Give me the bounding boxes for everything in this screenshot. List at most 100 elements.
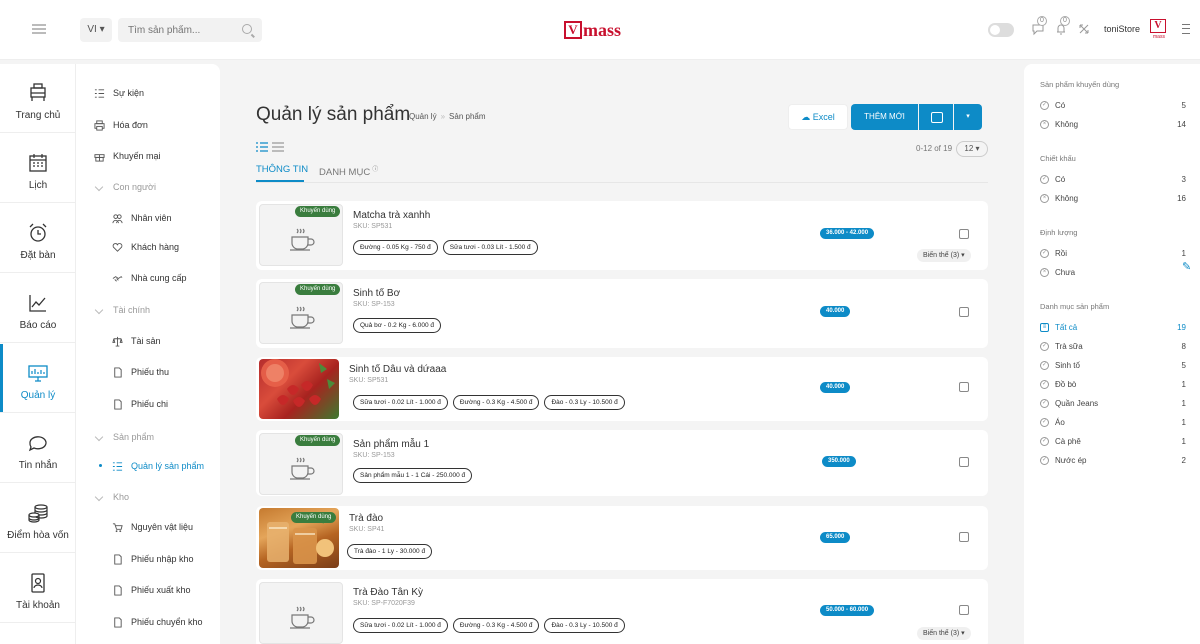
- product-name[interactable]: Sinh tố Bơ: [353, 288, 400, 299]
- language-select[interactable]: VI ▾: [80, 18, 112, 42]
- ingredient-chip: Sữa tươi - 0.02 Lít - 1.000 đ: [353, 618, 448, 633]
- scan-button[interactable]: [919, 104, 953, 130]
- nav-item-home[interactable]: Trang chủ: [0, 64, 76, 133]
- handshake-icon: [112, 275, 123, 282]
- select-checkbox[interactable]: [959, 382, 969, 392]
- product-card[interactable]: Khuyến dùng Matcha trà xanhh SKU: SP531 …: [256, 201, 988, 270]
- nav-item-account[interactable]: Tài khoản: [0, 554, 76, 623]
- list-view-icon[interactable]: [256, 142, 268, 152]
- nav-item-calendar[interactable]: Lịch: [0, 134, 76, 203]
- logo-text: mass: [583, 19, 622, 40]
- variants-dropdown[interactable]: Biến thể (3) ▾: [917, 627, 971, 640]
- subnav-item-product-management[interactable]: Quản lý sản phẩm: [99, 459, 204, 473]
- category-option[interactable]: ✓ Trà sữa 8: [1040, 341, 1186, 353]
- filter-label: Quần Jeans: [1055, 399, 1099, 408]
- subnav-item-suppliers[interactable]: Nhà cung cấp: [112, 271, 187, 285]
- view-toggle: [256, 142, 284, 152]
- select-checkbox[interactable]: [959, 307, 969, 317]
- excel-button[interactable]: ☁ Excel: [788, 104, 848, 130]
- heart-icon: [112, 242, 123, 252]
- subnav-item-stock-in[interactable]: Phiếu nhập kho: [112, 552, 194, 566]
- select-checkbox[interactable]: [959, 605, 969, 615]
- add-new-button[interactable]: THÊM MỚI: [851, 104, 918, 130]
- nav-item-manage[interactable]: Quản lý: [0, 344, 76, 413]
- check-circle-icon: ✓: [1040, 342, 1049, 351]
- active-dot: [99, 464, 102, 467]
- subnav-group-finance[interactable]: Tài chính: [94, 303, 150, 317]
- subnav-item-promotions[interactable]: Khuyến mại: [94, 149, 161, 163]
- subnav-group-products[interactable]: Sản phẩm: [94, 430, 154, 444]
- compact-view-icon[interactable]: [272, 142, 284, 152]
- store-name[interactable]: toniStore: [1104, 24, 1140, 34]
- cloud-icon: ☁: [801, 112, 811, 122]
- filter-option[interactable]: × Chưa: [1040, 267, 1186, 279]
- subnav-item-events[interactable]: Sự kiện: [94, 86, 144, 100]
- ingredient-chip: Đường - 0.3 Kg - 4.500 đ: [452, 618, 540, 633]
- subnav-group-people[interactable]: Con người: [94, 180, 156, 194]
- product-card[interactable]: Khuyến dùng Trà đào SKU: SP41 Trà đào - …: [256, 506, 988, 570]
- fullscreen-icon[interactable]: [1076, 22, 1092, 38]
- search-box[interactable]: [118, 18, 262, 42]
- filter-option[interactable]: ✓ Có 3: [1040, 174, 1186, 186]
- add-dropdown-button[interactable]: ▾: [954, 104, 982, 130]
- subnav-item-assets[interactable]: Tài sản: [112, 334, 161, 348]
- category-option[interactable]: ✓ Cà phê 1: [1040, 436, 1186, 448]
- filter-option[interactable]: × Không 14: [1040, 119, 1186, 131]
- filter-count: 1: [1181, 418, 1186, 427]
- filter-option[interactable]: ✓ Rồi 1: [1040, 248, 1186, 260]
- logo[interactable]: V mass: [564, 19, 621, 41]
- product-card[interactable]: Sinh tố Dâu và dứaaa SKU: SP531 Sữa tươi…: [256, 357, 988, 421]
- product-name[interactable]: Trà Đào Tân Kỳ: [353, 587, 423, 598]
- product-photo: [259, 359, 339, 419]
- subnav-item-invoices[interactable]: Hóa đơn: [94, 118, 148, 132]
- nav-item-breakeven[interactable]: Điểm hòa vốn: [0, 484, 76, 553]
- product-name[interactable]: Sản phẩm mẫu 1: [353, 439, 429, 450]
- filter-option[interactable]: × Không 16: [1040, 193, 1186, 205]
- product-card[interactable]: Trà Đào Tân Kỳ SKU: SP-F7020F39 Sữa tươi…: [256, 579, 988, 644]
- variants-dropdown[interactable]: Biến thể (3) ▾: [917, 249, 971, 262]
- category-option[interactable]: ✓ Nước ép 2: [1040, 455, 1186, 467]
- subnav-group-warehouse[interactable]: Kho: [94, 490, 129, 504]
- page-size-select[interactable]: 12 ▾: [956, 141, 988, 157]
- menu-icon[interactable]: [32, 24, 46, 34]
- subnav-label: Nhà cung cấp: [131, 273, 187, 283]
- filter-count: 14: [1177, 120, 1186, 129]
- category-option[interactable]: ✓ Sinh tố 5: [1040, 360, 1186, 372]
- avatar-mark: V: [1150, 19, 1166, 33]
- filter-option[interactable]: ✓ Có 5: [1040, 100, 1186, 112]
- avatar[interactable]: V mass: [1150, 19, 1168, 41]
- subnav-item-stock-transfer[interactable]: Phiếu chuyển kho: [112, 615, 203, 629]
- search-icon[interactable]: [242, 24, 252, 34]
- category-option-all[interactable]: ≡ Tất cả 19: [1040, 322, 1186, 334]
- category-option[interactable]: ✓ Đồ bò 1: [1040, 379, 1186, 391]
- excel-label: Excel: [812, 112, 835, 122]
- subnav-item-employees[interactable]: Nhân viên: [112, 211, 172, 225]
- promo-badge: Khuyến dùng: [295, 435, 341, 446]
- theme-toggle[interactable]: [988, 23, 1014, 37]
- select-checkbox[interactable]: [959, 229, 969, 239]
- category-option[interactable]: ✓ Áo 1: [1040, 417, 1186, 429]
- pin-icon[interactable]: ✎: [1182, 260, 1196, 274]
- more-menu-icon[interactable]: [1182, 24, 1190, 34]
- breadcrumb-item[interactable]: Quản lý: [409, 112, 437, 121]
- tab-info[interactable]: THÔNG TIN: [256, 164, 308, 175]
- nav-item-messages[interactable]: Tin nhắn: [0, 414, 76, 483]
- subnav-item-customers[interactable]: Khách hàng: [112, 240, 179, 254]
- category-option[interactable]: ✓ Quần Jeans 1: [1040, 398, 1186, 410]
- filter-count: 2: [1181, 456, 1186, 465]
- search-input[interactable]: [118, 18, 228, 42]
- subnav-item-stock-out[interactable]: Phiếu xuất kho: [112, 583, 191, 597]
- subnav-item-payments[interactable]: Phiếu chi: [112, 397, 168, 411]
- product-card[interactable]: Khuyến dùng Sản phẩm mẫu 1 SKU: SP-153 S…: [256, 430, 988, 496]
- nav-item-booking[interactable]: Đặt bàn: [0, 204, 76, 273]
- select-checkbox[interactable]: [959, 532, 969, 542]
- product-card[interactable]: Khuyến dùng Sinh tố Bơ SKU: SP-153 Quả b…: [256, 279, 988, 348]
- select-checkbox[interactable]: [959, 457, 969, 467]
- subnav-item-receipts[interactable]: Phiếu thu: [112, 365, 169, 379]
- subnav-item-materials[interactable]: Nguyên vật liệu: [112, 520, 193, 534]
- product-name[interactable]: Matcha trà xanhh: [353, 210, 430, 221]
- product-name[interactable]: Sinh tố Dâu và dứaaa: [349, 364, 446, 375]
- product-name[interactable]: Trà đào: [349, 513, 383, 524]
- tab-categories[interactable]: DANH MỤC ⓘ: [319, 164, 378, 178]
- nav-item-report[interactable]: Báo cáo: [0, 274, 76, 343]
